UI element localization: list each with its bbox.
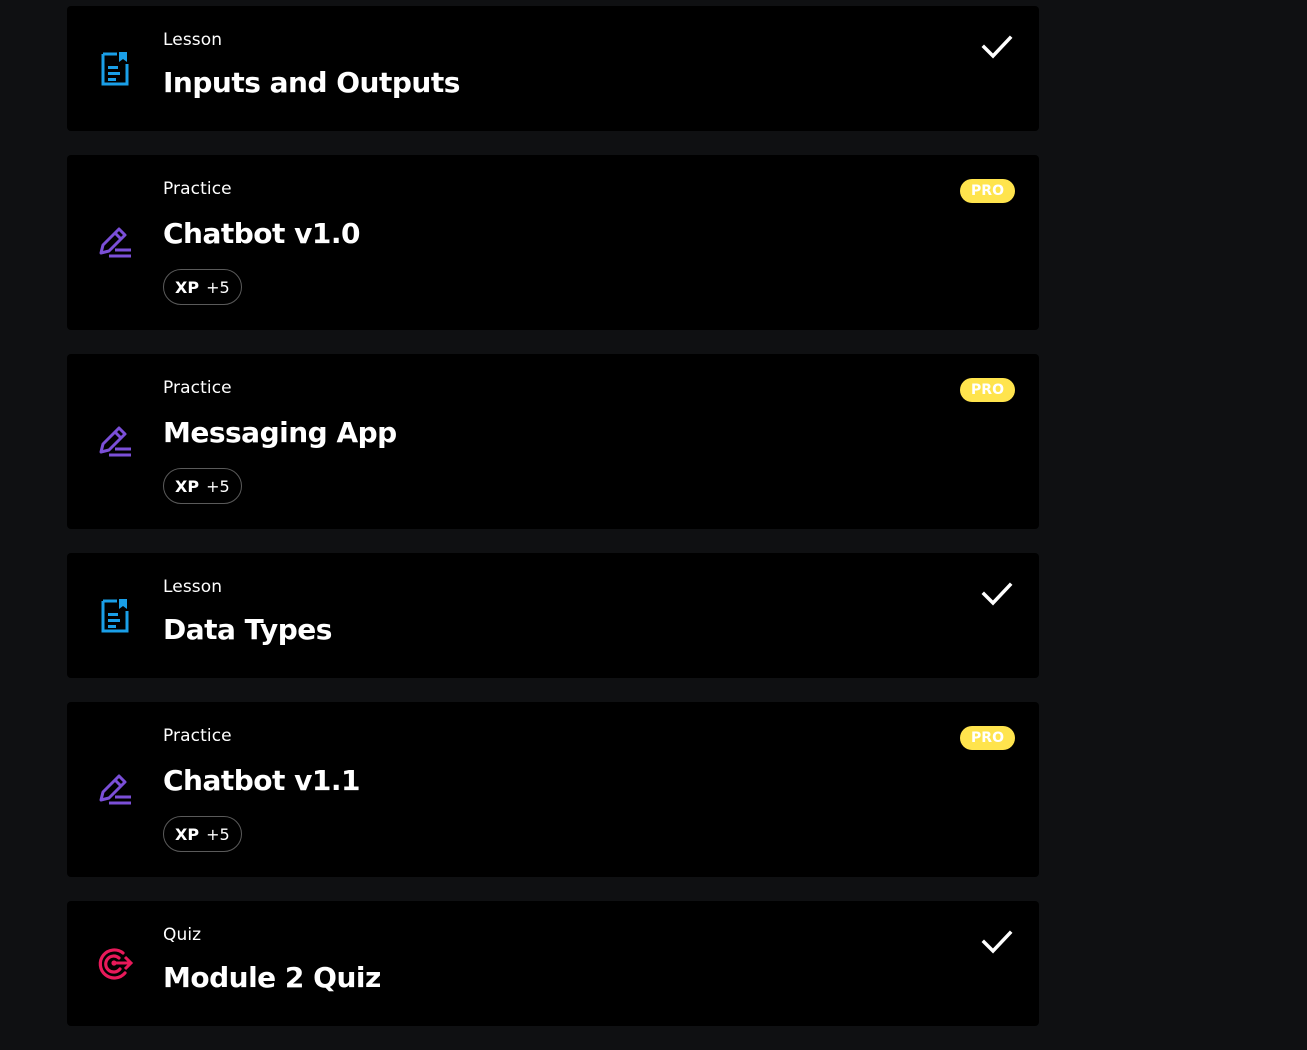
- item-type-label: Practice: [163, 726, 232, 746]
- checkmark-icon: [981, 582, 1013, 606]
- list-item-lesson[interactable]: Lesson Inputs and Outputs: [67, 6, 1039, 131]
- xp-label: XP: [175, 824, 200, 844]
- document-icon: [101, 599, 129, 633]
- item-title: Chatbot v1.0: [163, 217, 361, 250]
- list-item-lesson[interactable]: Lesson Data Types: [67, 553, 1039, 678]
- xp-value: +5: [206, 824, 230, 844]
- xp-value: +5: [206, 476, 230, 496]
- item-title: Chatbot v1.1: [163, 764, 361, 797]
- xp-label: XP: [175, 476, 200, 496]
- item-type-label: Practice: [163, 179, 232, 199]
- xp-reward-pill: XP +5: [163, 816, 242, 852]
- xp-label: XP: [175, 277, 200, 297]
- list-item-practice[interactable]: Practice Chatbot v1.1 PRO XP +5: [67, 702, 1039, 877]
- item-title: Messaging App: [163, 416, 397, 449]
- xp-reward-pill: XP +5: [163, 269, 242, 305]
- xp-reward-pill: XP +5: [163, 468, 242, 504]
- pencil-icon: [99, 774, 131, 805]
- list-item-quiz[interactable]: Quiz Module 2 Quiz: [67, 901, 1039, 1026]
- item-type-label: Practice: [163, 378, 232, 398]
- checkmark-icon: [981, 35, 1013, 59]
- list-item-practice[interactable]: Practice Chatbot v1.0 PRO XP +5: [67, 155, 1039, 330]
- item-title: Data Types: [163, 613, 332, 646]
- list-item-practice[interactable]: Practice Messaging App PRO XP +5: [67, 354, 1039, 529]
- item-type-label: Lesson: [163, 577, 223, 597]
- item-type-label: Quiz: [163, 925, 202, 945]
- target-icon: [98, 948, 134, 980]
- pro-badge: PRO: [960, 179, 1015, 203]
- item-type-label: Lesson: [163, 30, 223, 50]
- xp-value: +5: [206, 277, 230, 297]
- item-title: Module 2 Quiz: [163, 961, 381, 994]
- pencil-icon: [99, 426, 131, 457]
- checkmark-icon: [981, 930, 1013, 954]
- document-icon: [101, 52, 129, 86]
- pro-badge: PRO: [960, 726, 1015, 750]
- pencil-icon: [99, 227, 131, 258]
- module-item-list: Lesson Inputs and Outputs Practice Chatb…: [67, 6, 1039, 1050]
- item-title: Inputs and Outputs: [163, 66, 460, 99]
- pro-badge: PRO: [960, 378, 1015, 402]
